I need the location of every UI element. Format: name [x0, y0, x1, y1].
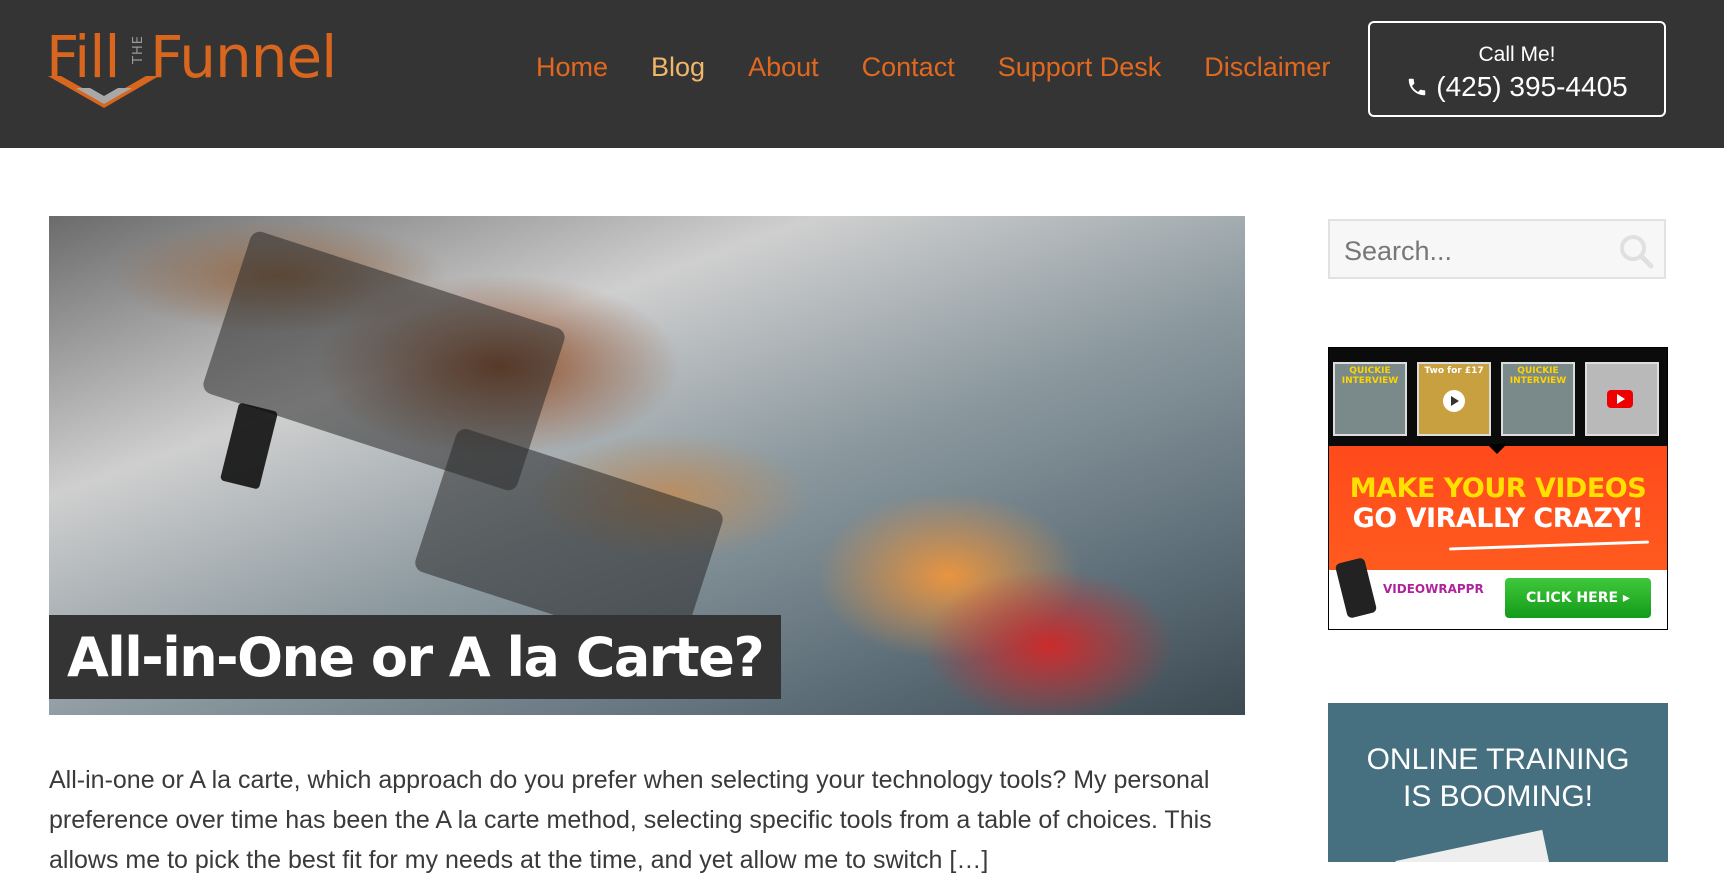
nav-contact[interactable]: Contact [862, 52, 955, 83]
hero-sign-shape [219, 402, 279, 490]
ad-footer: VIDEOWRAPPR CLICK HERE ▸ [1329, 557, 1667, 629]
call-me-button[interactable]: Call Me! (425) 395-4405 [1368, 21, 1666, 117]
ad-headline: MAKE YOUR VIDEOS GO VIRALLY CRAZY! [1329, 474, 1667, 534]
search-box [1328, 219, 1666, 279]
call-phone-row: (425) 395-4405 [1370, 71, 1664, 103]
play-icon [1443, 390, 1465, 412]
ad-thumbnail-caption: QUICKIE INTERVIEW [1341, 366, 1399, 386]
youtube-play-icon [1607, 390, 1633, 408]
post-title[interactable]: All-in-One or A la Carte? [67, 626, 765, 689]
site-logo[interactable]: Fill THE Funnel [46, 22, 356, 112]
ad-thumbnail-caption: QUICKIE INTERVIEW [1509, 366, 1567, 386]
ad-headline-line2: GO VIRALLY CRAZY! [1352, 503, 1644, 534]
ad-headline-line1: MAKE YOUR VIDEOS [1349, 473, 1647, 504]
search-input[interactable] [1342, 233, 1606, 269]
post-title-box[interactable]: All-in-One or A la Carte? [49, 615, 782, 699]
post-excerpt: All-in-one or A la carte, which approach… [49, 766, 1212, 874]
videowrappr-ad-banner[interactable]: QUICKIE INTERVIEW Two for £17 QUICKIE IN… [1328, 347, 1668, 630]
ad-thumbnail: QUICKIE INTERVIEW [1501, 362, 1575, 436]
promo-line2: IS BOOMING! [1402, 780, 1594, 813]
logo-funnel-text: Funnel [150, 23, 337, 91]
site-header: Fill THE Funnel Home Blog About Contact … [0, 0, 1724, 148]
promo-line1: ONLINE TRAINING [1366, 743, 1630, 776]
nav-blog[interactable]: Blog [651, 52, 705, 83]
promo-headline: ONLINE TRAINING IS BOOMING! [1328, 741, 1668, 815]
ad-brand-name: VIDEOWRAPPR [1383, 582, 1484, 596]
logo-the-text: THE [130, 35, 146, 64]
ad-thumbnail [1585, 362, 1659, 436]
ad-pointer-shape [1487, 444, 1507, 454]
ad-thumbnail: QUICKIE INTERVIEW [1333, 362, 1407, 436]
ad-thumbnail: Two for £17 [1417, 362, 1491, 436]
nav-support-desk[interactable]: Support Desk [998, 52, 1162, 83]
main-nav: Home Blog About Contact Support Desk Dis… [536, 52, 1373, 83]
ad-thumbnail-strip: QUICKIE INTERVIEW Two for £17 QUICKIE IN… [1329, 348, 1667, 446]
ad-click-here-button[interactable]: CLICK HERE ▸ [1505, 578, 1651, 618]
phone-icon [1409, 78, 1426, 96]
ad-thumbnail-caption: Two for £17 [1424, 366, 1484, 376]
promo-paper-shape [1395, 829, 1551, 862]
nav-home[interactable]: Home [536, 52, 608, 83]
nav-disclaimer[interactable]: Disclaimer [1204, 52, 1330, 83]
search-icon[interactable] [1618, 233, 1654, 269]
online-training-promo[interactable]: ONLINE TRAINING IS BOOMING! [1328, 703, 1668, 862]
funnel-chevron-icon [48, 76, 159, 108]
call-phone-number: (425) 395-4405 [1436, 71, 1628, 102]
nav-about[interactable]: About [748, 52, 819, 83]
call-label: Call Me! [1478, 43, 1556, 66]
